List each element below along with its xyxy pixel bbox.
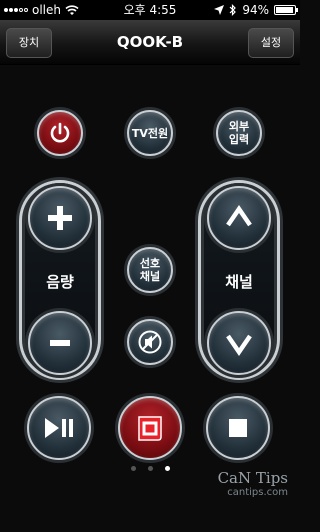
- olleh-logo-icon: [138, 416, 162, 441]
- chevron-down-icon: [226, 334, 252, 356]
- settings-button[interactable]: 설정: [248, 28, 294, 58]
- chevron-up-icon: [226, 205, 252, 227]
- play-pause-button[interactable]: [27, 396, 91, 460]
- stop-button[interactable]: [206, 396, 270, 460]
- bluetooth-icon: [229, 4, 237, 16]
- channel-down-button[interactable]: [207, 311, 271, 375]
- mute-icon: [138, 330, 162, 354]
- volume-label: 음량: [46, 273, 74, 291]
- navigation-bar: 장치 QOOK-B 설정: [0, 20, 300, 65]
- volume-up-button[interactable]: [28, 186, 92, 250]
- status-right: 94%: [214, 0, 298, 20]
- external-input-label: 외부 입력: [228, 120, 250, 146]
- stop-icon: [229, 419, 247, 437]
- battery-percent: 94%: [242, 3, 269, 17]
- page-dot-active[interactable]: [164, 466, 170, 471]
- page-dot[interactable]: [130, 466, 136, 471]
- watermark: CaN Tips cantips.com: [218, 469, 288, 498]
- play-pause-icon: [45, 418, 73, 438]
- channel-up-button[interactable]: [207, 186, 271, 250]
- plus-icon: [48, 206, 72, 230]
- tv-power-button[interactable]: TV전원: [127, 110, 173, 156]
- watermark-title: CaN Tips: [217, 469, 288, 487]
- power-icon: [50, 122, 70, 143]
- tv-power-label: TV전원: [131, 126, 169, 140]
- location-arrow-icon: [214, 5, 225, 15]
- mute-button[interactable]: [127, 319, 173, 365]
- page-dot[interactable]: [147, 466, 153, 471]
- external-input-button[interactable]: 외부 입력: [216, 110, 262, 156]
- battery-icon: [274, 5, 298, 15]
- status-bar: olleh 오후 4:55 94%: [0, 0, 300, 20]
- favorite-channel-label: 선호 채널: [139, 257, 161, 283]
- power-button[interactable]: [37, 110, 83, 156]
- channel-label: 채널: [225, 273, 253, 291]
- home-button[interactable]: [118, 396, 182, 460]
- volume-down-button[interactable]: [28, 311, 92, 375]
- minus-icon: [50, 340, 70, 346]
- favorite-channel-button[interactable]: 선호 채널: [127, 247, 173, 293]
- watermark-subtitle: cantips.com: [227, 487, 288, 498]
